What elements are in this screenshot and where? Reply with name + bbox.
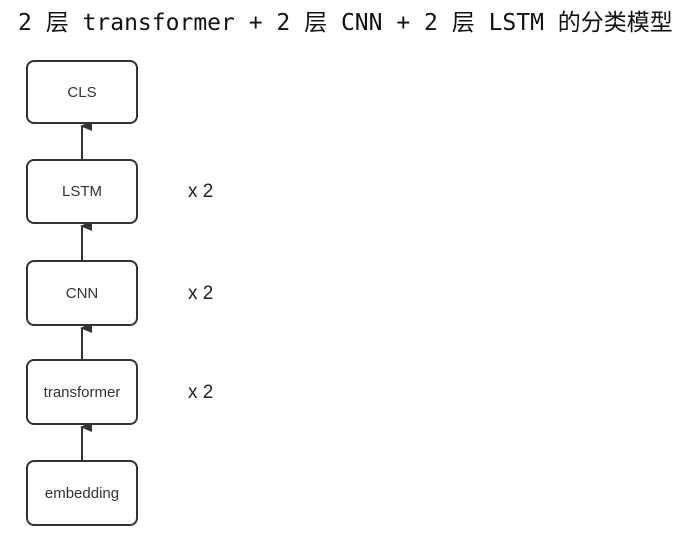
embedding-block: embedding [26,460,138,526]
cnn-repeat-label: x 2 [188,283,214,304]
cls-block: CLS [26,60,138,124]
lstm-block-label: LSTM [61,183,102,200]
cnn-block-label: CNN [65,284,99,302]
transformer-block: transformer [26,359,138,425]
cnn-block: CNN [26,260,138,326]
lstm-block: LSTM [26,159,138,224]
cls-block-label: CLS [67,83,97,101]
embedding-block-label: embedding [44,484,120,502]
transformer-block-label: transformer [43,383,121,401]
transformer-repeat-label: x 2 [188,382,214,403]
lstm-repeat-label: x 2 [188,181,214,202]
